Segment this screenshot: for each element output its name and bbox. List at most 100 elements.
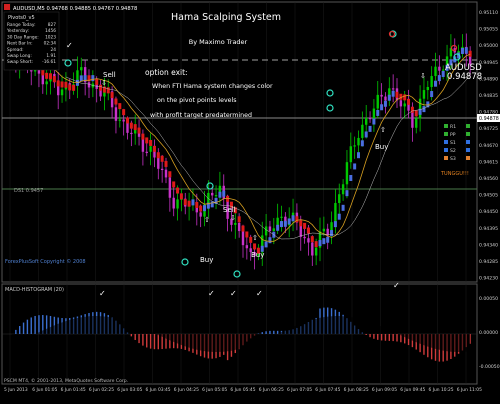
candle-body <box>334 202 337 223</box>
hama-block <box>245 231 249 238</box>
candle-body <box>422 90 426 99</box>
candle-body <box>311 242 314 256</box>
hama-block <box>299 220 303 227</box>
note-line-3: on the pivot points levels <box>157 97 237 104</box>
info-panel-title: Pivots0_v5 <box>8 15 35 21</box>
info-row-label: Yesterday: <box>6 28 29 34</box>
hama-block <box>268 237 272 244</box>
time-tick: 6 Jun 03:05 <box>117 387 142 393</box>
hama-block <box>383 100 387 107</box>
info-row-value: 1456 <box>45 28 56 34</box>
price-chart[interactable]: ✓ ✓ ✓ ✓ ✓ ✓ ⇩ ⇩ ⇩ ⇧ ⇧ ⇧ AUDUSD,M5 0.94768 0.94885 0… <box>0 0 500 400</box>
hama-block <box>218 191 222 198</box>
hama-block <box>195 201 199 208</box>
candle-body <box>399 100 403 107</box>
hama-block <box>349 174 353 181</box>
hama-block <box>187 200 191 207</box>
hama-block <box>437 75 441 82</box>
time-tick: 6 Jun 08:25 <box>344 387 369 393</box>
hama-block <box>168 171 172 178</box>
hama-block <box>141 133 145 140</box>
price-tick: 0.94340 <box>479 242 498 248</box>
hama-block <box>468 50 472 57</box>
time-axis: 5 Jun 2013 6 Jun 01:05 6 Jun 01:45 6 Jun 02… <box>4 387 482 393</box>
candle-body <box>149 146 152 152</box>
hama-block <box>326 236 330 243</box>
candle-body <box>241 231 245 246</box>
candle-body <box>376 94 379 109</box>
hama-block <box>460 47 464 54</box>
symbol-header: AUDUSD,M5 0.94768 0.94885 0.94767 0.9487… <box>13 6 137 12</box>
info-row-label: Next Bar In: <box>7 41 33 47</box>
info-row-label: Range Today: <box>7 22 36 28</box>
macd-tick: 0.00000 <box>479 330 498 336</box>
candle-body <box>164 169 168 178</box>
hama-block <box>364 131 368 138</box>
price-tick: 0.94560 <box>479 176 498 182</box>
hama-block <box>372 118 376 125</box>
hama-block <box>353 163 357 170</box>
time-tick: 6 Jun 04:25 <box>174 387 199 393</box>
hama-block <box>280 221 283 228</box>
arrow-up-icon: ⇧ <box>252 234 258 242</box>
candle-body <box>372 108 376 119</box>
hama-block <box>106 87 110 94</box>
tunggu-label: TUNGGU!!! <box>440 171 469 177</box>
pivot-tag-swatch <box>444 156 448 160</box>
arrow-down-icon: ⇩ <box>230 214 236 222</box>
time-tick: 6 Jun 05:05 <box>202 387 227 393</box>
annotation-buy-2: Buy <box>251 251 264 259</box>
hama-block <box>149 139 153 146</box>
hama-block <box>341 204 345 211</box>
hama-block <box>79 75 83 82</box>
hama-block <box>41 69 45 76</box>
price-tick: 0.94395 <box>479 226 498 232</box>
info-row-value: 1023 <box>45 34 56 40</box>
price-tick: 0.94890 <box>479 76 498 82</box>
candle-body <box>211 192 214 196</box>
hama-block <box>203 205 206 212</box>
time-tick: 6 Jun 01:45 <box>61 387 86 393</box>
price-tick: 0.94670 <box>479 143 498 149</box>
candle-body <box>345 162 349 185</box>
arrow-up-icon: ⇧ <box>380 126 386 134</box>
hama-block <box>60 81 64 88</box>
hama-block <box>45 72 49 79</box>
candle-body <box>411 110 414 128</box>
candle-body <box>415 118 418 128</box>
arrow-down-icon: ⇩ <box>420 72 426 80</box>
price-tick: 0.94615 <box>479 159 498 165</box>
hama-block <box>145 137 149 144</box>
hama-block <box>191 199 195 206</box>
hama-block <box>95 78 99 85</box>
hama-block <box>430 91 434 98</box>
hama-block <box>318 240 322 247</box>
hama-block <box>172 181 176 188</box>
macd-tick: 0.00050 <box>479 296 498 302</box>
hama-block <box>464 47 468 54</box>
time-tick: 6 Jun 07:45 <box>315 387 340 393</box>
hama-block <box>122 109 126 116</box>
hama-block <box>179 193 183 200</box>
check-icon: ✓ <box>99 289 106 298</box>
ds1-label: DS1 0.9457 <box>14 188 43 194</box>
hama-block <box>237 216 241 223</box>
pivot-tag-swatch <box>444 140 448 144</box>
hama-block <box>333 221 337 228</box>
annotation-sell-1: Sell <box>103 71 116 79</box>
hama-block <box>434 80 437 87</box>
info-row-label: Swap Long: <box>7 53 32 59</box>
candle-body <box>434 66 437 77</box>
candle-body <box>322 228 326 232</box>
chart-window[interactable]: ✓ ✓ ✓ ✓ ✓ ✓ ⇩ ⇩ ⇩ ⇧ ⇧ ⇧ AUDUSD,M5 0.94768 0.94885 0… <box>0 0 500 400</box>
info-panel: Pivots0_v5 Range Today: 827 Yesterday: 1456… <box>3 11 60 71</box>
candle-body <box>264 226 268 236</box>
time-tick: 6 Jun 07:05 <box>287 387 312 393</box>
check-icon: ✓ <box>208 289 215 298</box>
candle-body <box>145 151 148 153</box>
candle-body <box>438 66 441 71</box>
pivot-tag-label: PP <box>450 132 456 138</box>
candle-body <box>403 103 406 107</box>
candle-body <box>160 168 164 171</box>
candle-body <box>357 137 360 146</box>
